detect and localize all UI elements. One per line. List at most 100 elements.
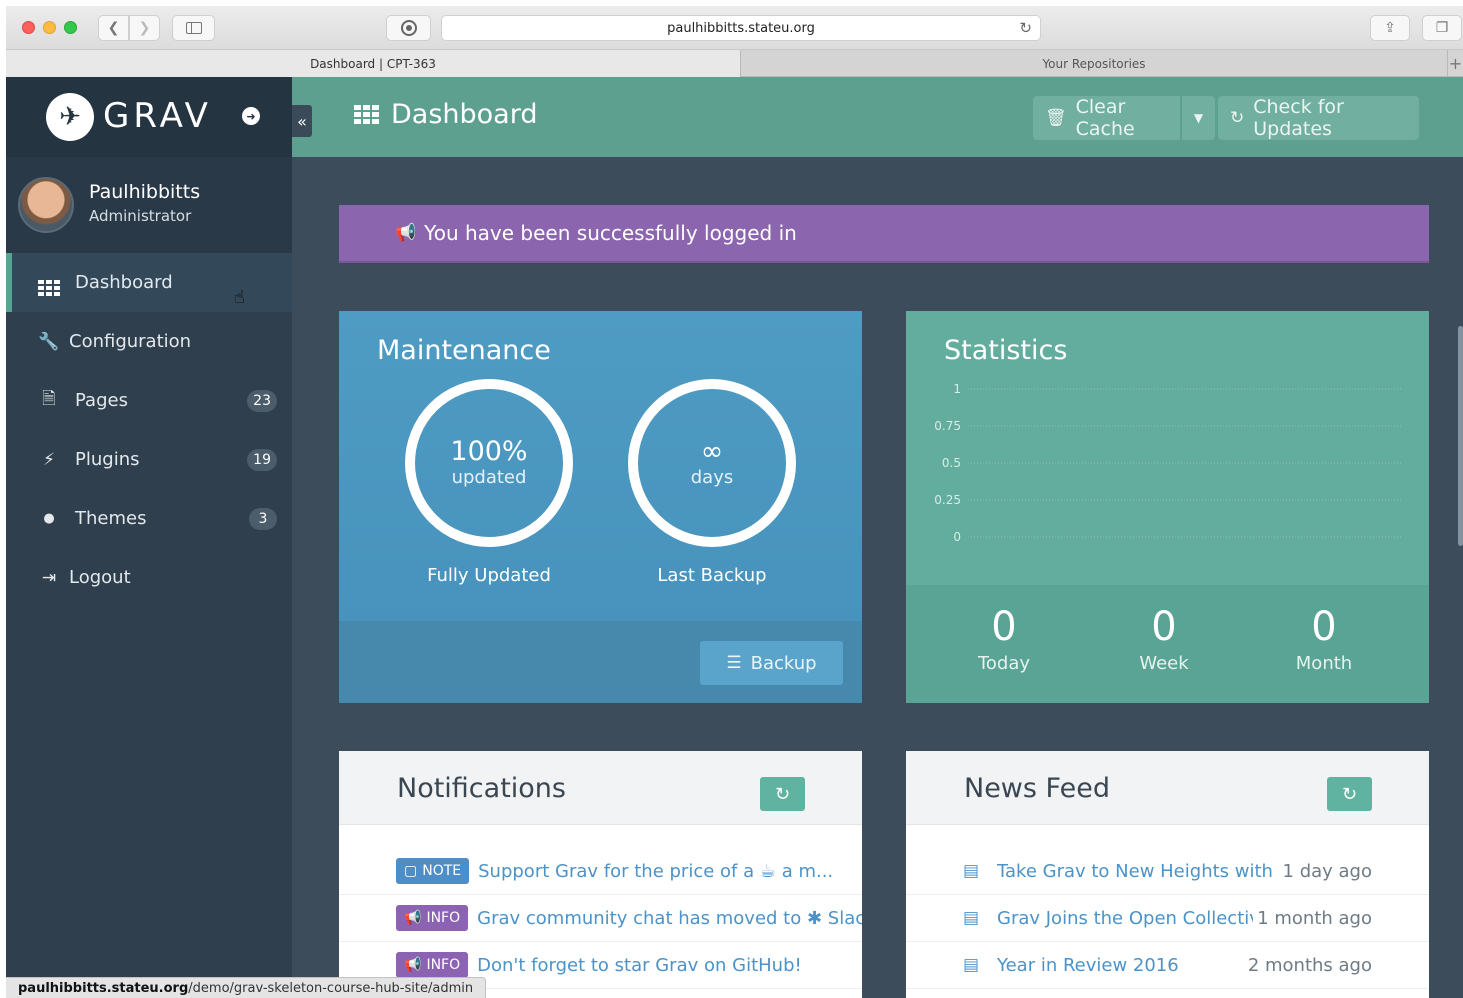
zoom-window-button[interactable] [64, 21, 77, 34]
sidebar-item-pages[interactable]: 🗎 Pages 23 [6, 371, 292, 430]
sidebar-item-themes[interactable]: ● Themes 3 [6, 489, 292, 548]
check-updates-button[interactable]: ↻ Check for Updates [1218, 96, 1419, 140]
forward-button[interactable]: ❯ [129, 15, 160, 41]
updated-unit: updated [451, 467, 527, 488]
info-tag: 📢 INFO [396, 952, 469, 978]
news-link[interactable]: Year in Review 2016 [997, 955, 1179, 976]
alert-message: You have been successfully logged in [424, 221, 797, 245]
y-tick-label: 0.5 [942, 456, 961, 470]
tag-label: INFO [426, 957, 461, 973]
reader-icon [400, 20, 417, 36]
y-tick-label: 1 [953, 382, 961, 396]
grid-icon [354, 105, 379, 124]
notifications-header: Notifications ↻ [339, 751, 862, 825]
chevron-left-icon: ❮ [107, 20, 120, 36]
login-alert: 📢 You have been successfully logged in [339, 205, 1429, 263]
notification-link[interactable]: Support Grav for the price of a ☕ a m... [478, 861, 833, 882]
reload-icon[interactable]: ↻ [1019, 19, 1032, 37]
y-tick-label: 0.75 [934, 419, 961, 433]
share-icon: ⇪ [1384, 20, 1396, 36]
plugins-count-badge: 19 [247, 448, 277, 471]
updated-value: 100% [450, 436, 528, 467]
sidebar-item-plugins[interactable]: ⚡ Plugins 19 [6, 430, 292, 489]
stat-today-label: Today [977, 653, 1031, 674]
page-title: Dashboard [354, 99, 537, 130]
status-url-path: /demo/grav-skeleton-course-hub-site/admi… [188, 980, 474, 996]
collapse-sidebar-button[interactable]: « [292, 105, 312, 137]
clear-cache-dropdown-button[interactable]: ▼ [1182, 96, 1215, 140]
updated-caption: Fully Updated [427, 565, 551, 586]
news-time: 1 day ago [1282, 860, 1372, 882]
stat-today-value: 0 [991, 604, 1017, 650]
scrollbar[interactable] [1458, 326, 1463, 546]
tab-overview-button[interactable]: ❐ [1422, 15, 1462, 41]
new-tab-button[interactable]: + [1447, 50, 1463, 77]
tab-your-repositories[interactable]: Your Repositories [741, 50, 1447, 77]
notification-link[interactable]: Don't forget to star Grav on GitHub! [477, 955, 802, 976]
statistics-footer: 0 Today 0 Week 0 Month [906, 585, 1429, 703]
refresh-news-button[interactable]: ↻ [1327, 777, 1372, 811]
database-icon: ☰ [726, 653, 742, 673]
page-title-text: Dashboard [391, 99, 538, 130]
status-url-host: paulhibbitts.stateu.org [18, 980, 189, 996]
maintenance-footer: ☰ Backup [339, 621, 862, 703]
refresh-notifications-button[interactable]: ↻ [760, 777, 805, 811]
refresh-icon: ↻ [1230, 108, 1245, 128]
backup-button[interactable]: ☰ Backup [700, 641, 843, 685]
list-item: ▤ Grav Joins the Open Collective... 1 mo… [906, 895, 1429, 942]
sidebar-item-label: Pages [75, 390, 128, 411]
stat-week: 0 Week [1104, 605, 1224, 674]
sidebar-item-configuration[interactable]: 🔧 Configuration [6, 312, 292, 371]
close-window-button[interactable] [22, 21, 35, 34]
news-link[interactable]: Take Grav to New Heights with Ro... [997, 861, 1279, 882]
backup-unit: days [690, 467, 734, 488]
bullhorn-icon: 📢 [404, 957, 422, 973]
browser-window: ❮ ❯ paulhibbitts.stateu.org ↻ ⇪ ❐ Dashbo… [6, 6, 1463, 998]
minimize-window-button[interactable] [43, 21, 56, 34]
news-feed-title: News Feed [964, 773, 1110, 804]
sidebar-nav: Dashboard 🔧 Configuration 🗎 Pages 23 ⚡ P… [6, 253, 292, 607]
show-sidebar-button[interactable] [172, 15, 215, 41]
news-link[interactable]: Grav Joins the Open Collective... [997, 908, 1253, 929]
newspaper-icon: ▤ [963, 955, 980, 975]
info-tag: 📢 INFO [396, 905, 469, 931]
avatar[interactable] [18, 177, 74, 233]
tab-dashboard[interactable]: Dashboard | CPT-363 [6, 50, 741, 77]
clear-cache-button[interactable]: 🗑 Clear Cache [1033, 96, 1180, 140]
backup-button-label: Backup [750, 652, 817, 674]
tab-bar: Dashboard | CPT-363 Your Repositories + [6, 50, 1463, 77]
sidebar-item-logout[interactable]: ⇥ Logout [6, 548, 292, 607]
top-bar: Dashboard 🗑 Clear Cache ▼ ↻ Check for Up… [292, 77, 1463, 157]
stat-month: 0 Month [1264, 605, 1384, 674]
grav-logo-icon[interactable]: ✈ [46, 93, 94, 141]
tag-label: INFO [426, 910, 461, 926]
user-profile[interactable]: Paulhibbitts Administrator [6, 157, 292, 253]
note-tag: ▢ NOTE [396, 858, 470, 884]
check-updates-label: Check for Updates [1253, 96, 1344, 140]
back-button[interactable]: ❮ [98, 15, 129, 41]
dashboard-content: 📢 You have been successfully logged in M… [292, 157, 1463, 998]
file-icon: 🗎 [42, 389, 56, 409]
statistics-card: Statistics 1 0.75 0.5 0.25 0 0 Today 0 W… [906, 311, 1429, 703]
sign-out-icon: ⇥ [41, 567, 57, 588]
reader-button[interactable] [386, 15, 431, 41]
sidebar: ✈ GRAV ➜ Paulhibbitts Administrator Dash… [6, 77, 292, 998]
address-bar[interactable]: paulhibbitts.stateu.org ↻ [441, 15, 1041, 41]
bullhorn-icon: 📢 [395, 223, 417, 243]
open-site-icon[interactable]: ➜ [242, 107, 260, 125]
list-item: ▢ NOTE Support Grav for the price of a ☕ … [339, 848, 862, 895]
maintenance-header: Maintenance 100% updated ∞ days Fully Up… [339, 311, 862, 621]
stat-today: 0 Today [944, 605, 1064, 674]
user-name: Paulhibbitts [89, 181, 201, 203]
clear-cache-label: Clear Cache [1075, 96, 1135, 140]
maintenance-card: Maintenance 100% updated ∞ days Fully Up… [339, 311, 862, 703]
chevron-right-icon: ❯ [138, 20, 151, 36]
sidebar-item-label: Configuration [69, 331, 192, 352]
news-feed-header: News Feed ↻ [906, 751, 1429, 825]
stat-week-label: Week [1139, 653, 1189, 674]
backup-ring: ∞ days [628, 379, 796, 547]
notification-link[interactable]: Grav community chat has moved to ✱ Slack [477, 908, 862, 929]
statistics-header: Statistics 1 0.75 0.5 0.25 0 [906, 311, 1429, 585]
share-button[interactable]: ⇪ [1370, 15, 1410, 41]
sidebar-item-dashboard[interactable]: Dashboard [6, 253, 292, 312]
